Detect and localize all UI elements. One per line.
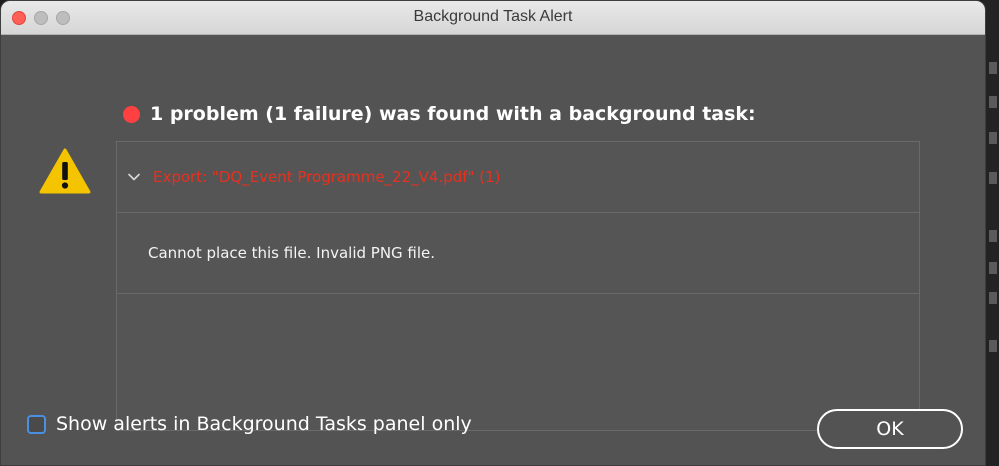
task-name: Export: "DQ_Event Programme_22_V4.pdf" (… [153, 168, 501, 186]
problem-list-panel: Export: "DQ_Event Programme_22_V4.pdf" (… [116, 141, 920, 431]
headline-text: 1 problem (1 failure) was found with a b… [150, 103, 756, 125]
show-alerts-checkbox[interactable] [27, 414, 46, 434]
title-bar: Background Task Alert [1, 1, 985, 35]
error-message-row: Cannot place this file. Invalid PNG file… [117, 213, 919, 294]
alert-dialog: Background Task Alert 1 problem (1 failu… [0, 0, 986, 466]
warning-triangle-icon [39, 148, 91, 194]
window-title: Background Task Alert [413, 8, 573, 25]
error-message: Cannot place this file. Invalid PNG file… [148, 244, 436, 262]
dialog-content: 1 problem (1 failure) was found with a b… [1, 35, 985, 465]
ok-button[interactable]: OK [817, 409, 963, 449]
error-dot-icon [123, 105, 140, 123]
show-alerts-option[interactable]: Show alerts in Background Tasks panel on… [27, 413, 472, 435]
chevron-down-icon[interactable] [127, 170, 141, 184]
alert-headline: 1 problem (1 failure) was found with a b… [123, 103, 756, 125]
show-alerts-label: Show alerts in Background Tasks panel on… [56, 413, 472, 435]
task-row[interactable]: Export: "DQ_Event Programme_22_V4.pdf" (… [117, 142, 919, 213]
